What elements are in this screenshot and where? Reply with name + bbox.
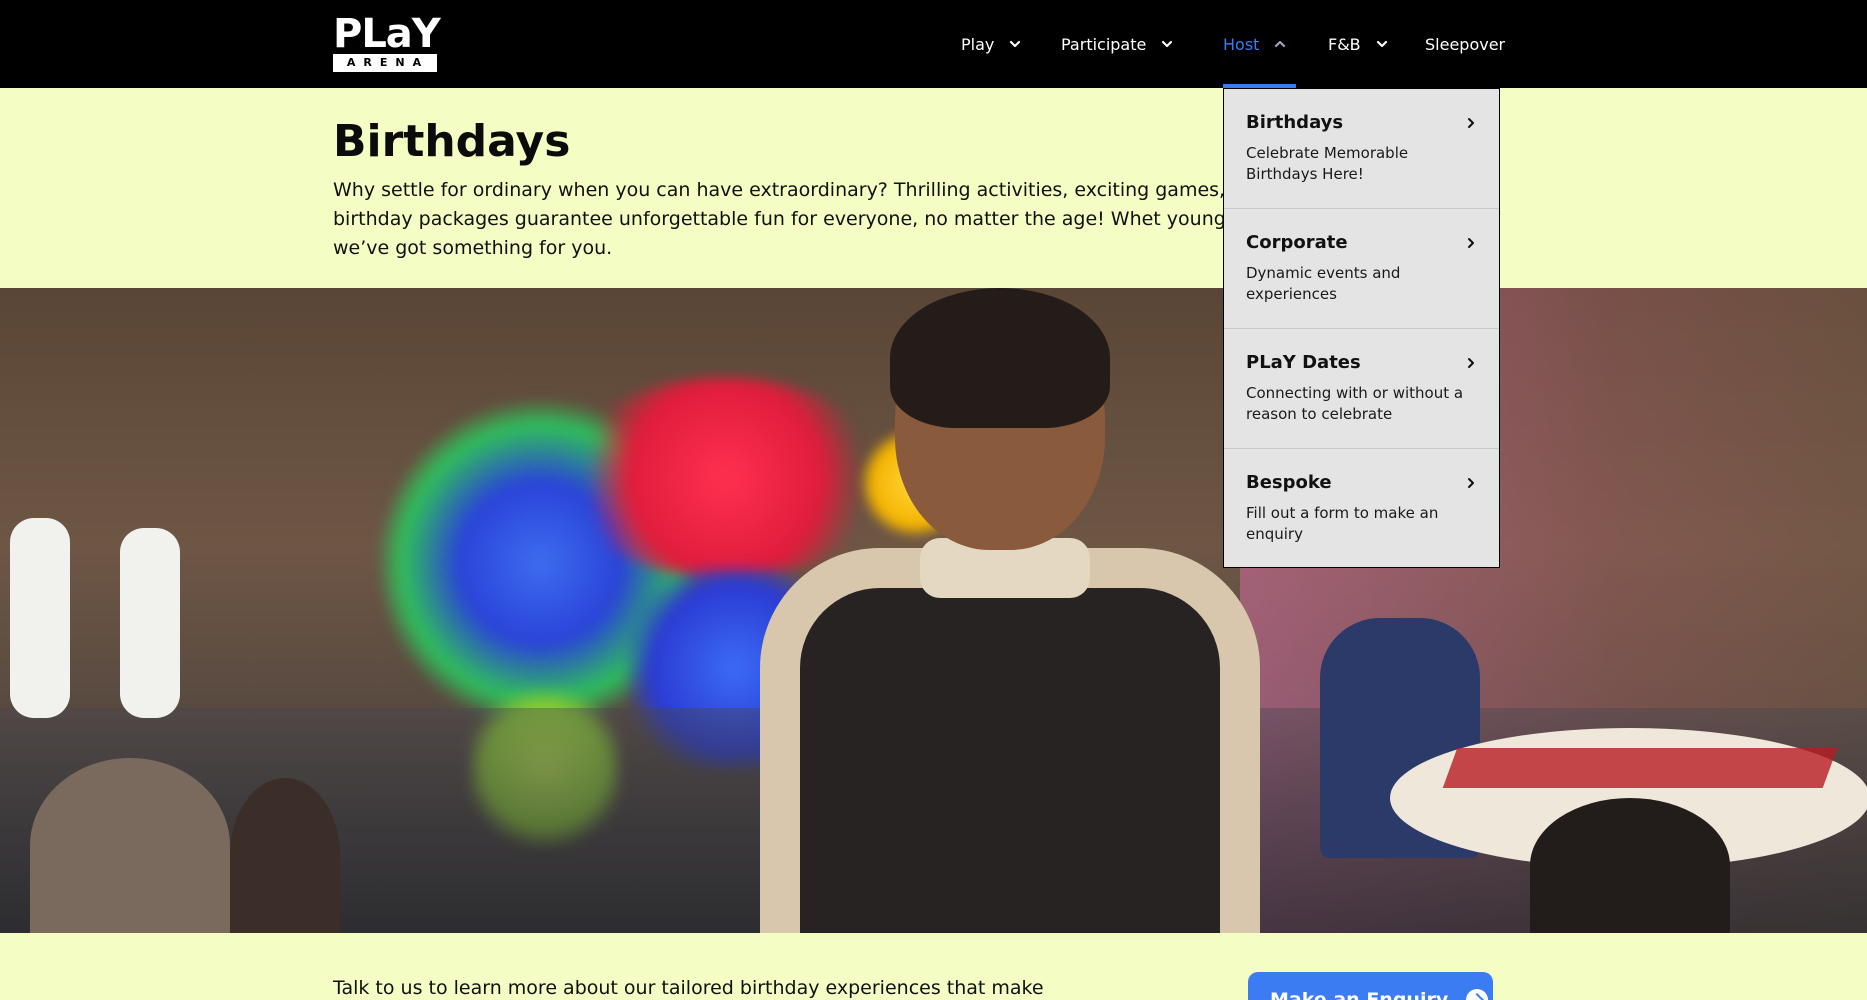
nav-item-label: Participate (1061, 34, 1147, 54)
chevron-down-icon (1008, 37, 1022, 51)
hero-person (230, 778, 340, 933)
menu-item-birthdays[interactable]: Birthdays Celebrate Memorable Birthdays … (1224, 89, 1499, 209)
nav-item-label: Play (961, 34, 995, 54)
menu-item-description: Celebrate Memorable Birthdays Here! (1246, 144, 1409, 183)
site-header: PLaY ARENA Play Participate Host F&B Sle… (0, 0, 1867, 88)
hero-image (0, 288, 1867, 933)
hero-waiter-hair (890, 288, 1110, 428)
nav-item-host[interactable]: Host (1223, 0, 1296, 88)
hero-person (120, 528, 180, 718)
chevron-down-icon (1375, 37, 1389, 51)
nav-item-fnb[interactable]: F&B (1328, 0, 1389, 88)
hero-person (1530, 798, 1730, 933)
chevron-right-icon (1465, 237, 1477, 249)
cta-label: Make an Enquiry (1270, 988, 1449, 1000)
logo-sub: ARENA (333, 54, 437, 72)
menu-item-play-dates[interactable]: PLaY Dates Connecting with or without a … (1224, 329, 1499, 449)
chevron-up-icon (1273, 37, 1287, 51)
menu-item-title: PLaY Dates (1246, 352, 1361, 373)
menu-item-description: Fill out a form to make an enquiry (1246, 504, 1439, 543)
chevron-right-icon (1465, 477, 1477, 489)
nav-item-participate[interactable]: Participate (1061, 0, 1174, 88)
nav-item-label: Host (1223, 34, 1260, 54)
hero-person (10, 518, 70, 718)
chevron-right-icon (1465, 117, 1477, 129)
menu-item-title: Bespoke (1246, 472, 1332, 493)
hero-waiter-vest (800, 588, 1220, 933)
chevron-right-icon (1465, 357, 1477, 369)
menu-item-bespoke[interactable]: Bespoke Fill out a form to make an enqui… (1224, 449, 1499, 569)
nav-item-label: Sleepover (1425, 34, 1506, 54)
menu-item-description: Dynamic events and experiences (1246, 264, 1401, 303)
nav-item-play[interactable]: Play (961, 0, 1022, 88)
host-dropdown-menu: Birthdays Celebrate Memorable Birthdays … (1223, 88, 1500, 568)
enquiry-prompt-text: Talk to us to learn more about our tailo… (333, 977, 1044, 999)
play-arena-logo[interactable]: PLaY ARENA (333, 14, 441, 72)
hero-person (30, 758, 230, 933)
balloon-arch-red (560, 378, 890, 578)
nav-item-sleepover[interactable]: Sleepover (1425, 0, 1505, 88)
nav-item-label: F&B (1328, 34, 1361, 54)
page-title: Birthdays (333, 116, 571, 167)
menu-item-title: Birthdays (1246, 112, 1344, 133)
logo-word: PLaY (333, 11, 441, 57)
menu-item-description: Connecting with or without a reason to c… (1246, 384, 1464, 423)
menu-item-corporate[interactable]: Corporate Dynamic events and experiences (1224, 209, 1499, 329)
menu-item-title: Corporate (1246, 232, 1348, 253)
arrow-right-circle-icon (1466, 989, 1489, 1000)
make-enquiry-button[interactable]: Make an Enquiry (1248, 972, 1493, 1000)
chevron-down-icon (1160, 37, 1174, 51)
